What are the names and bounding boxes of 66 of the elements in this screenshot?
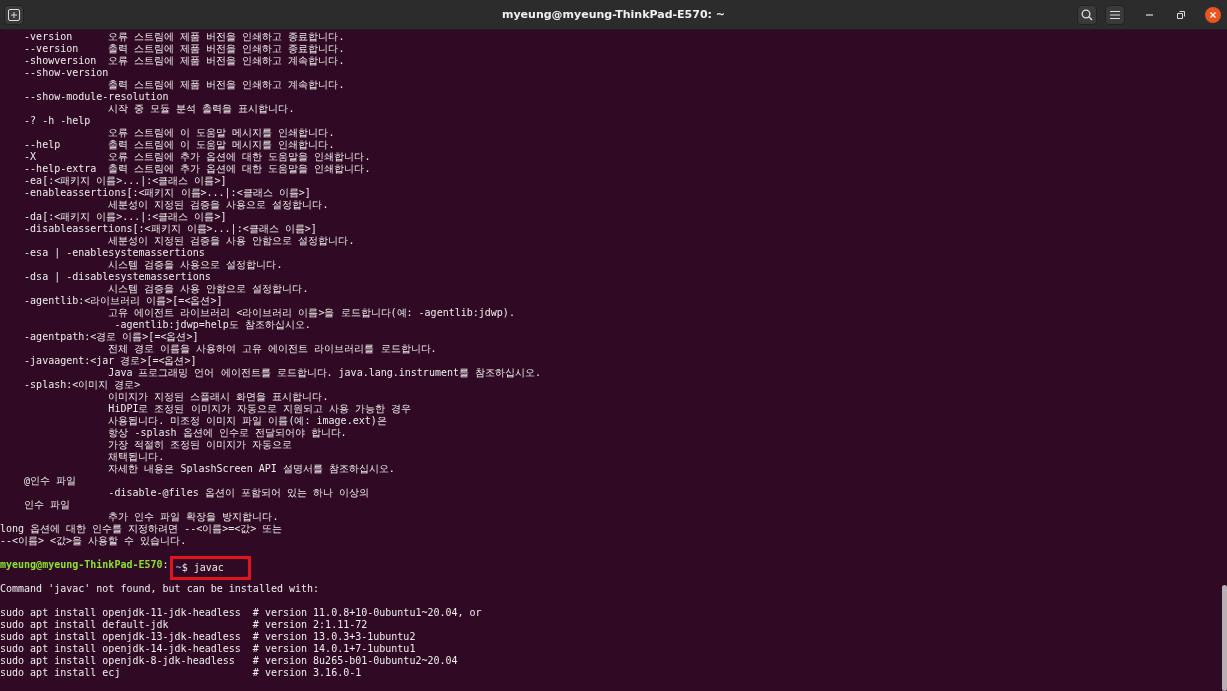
terminal-line: --show-module-resolution — [23, 91, 170, 103]
terminal-line: 인수 파일 — [23, 499, 72, 511]
terminal-line: 자세한 내용은 SplashScreen API 설명서를 참조하십시오. — [107, 463, 396, 475]
terminal-line: 이미지가 지정된 스플래시 화면을 표시합니다. — [107, 391, 330, 403]
terminal-line: --help 출력 스트림에 이 도움말 메시지를 인쇄합니다. — [23, 139, 336, 151]
terminal-line: -disable-@files 옵션이 포함되어 있는 하나 이상의 — [107, 487, 370, 499]
terminal-line: -javaagent:<jar 경로>[=<옵션>] — [23, 355, 198, 367]
scrollbar-thumb[interactable] — [1222, 585, 1227, 691]
terminal-line: -da[:<패키지 이름>...|:<클래스 이름>] — [23, 211, 228, 223]
menu-button[interactable] — [1105, 4, 1125, 25]
minimize-icon — [1145, 13, 1153, 16]
terminal-line: -agentlib:jdwp=help도 참조하십시오. — [113, 319, 312, 331]
terminal-line: sudo apt install ecj # version 3.16.0-1 — [0, 667, 363, 679]
terminal-line: -agentpath:<경로 이름>[=<옵션>] — [23, 331, 200, 343]
prompt-separator: : — [162, 559, 169, 570]
prompt-path: ~ — [175, 562, 182, 573]
terminal-line: Command 'javac' not found, but can be installed with: — [0, 583, 321, 595]
terminal-line: long 옵션에 대한 인수를 지정하려면 --<이름>=<값> 또는 — [0, 523, 284, 535]
terminal-line: -version 오류 스트림에 제품 버전을 인쇄하고 종료합니다. — [23, 31, 346, 43]
terminal-line: -esa | -enablesystemassertions — [23, 247, 206, 259]
menu-icon — [1109, 9, 1121, 20]
terminal-line: --version 출력 스트림에 제품 버전을 인쇄하고 종료합니다. — [23, 43, 346, 55]
terminal-line: -showversion 오류 스트림에 제품 버전을 인쇄하고 계속합니다. — [23, 55, 346, 67]
terminal-line: 세분성이 지정된 검증을 사용으로 설정합니다. — [107, 199, 330, 211]
terminal-line: sudo apt install openjdk-14-jdk-headless # version 14.0.1+7-1ubuntu1 — [0, 643, 417, 655]
window-title: myeung@myeung-ThinkPad-E570: ~ — [501, 8, 726, 21]
terminal-line: --help-extra 출력 스트림에 추가 옵션에 대한 도움말을 인쇄합니다. — [23, 163, 372, 175]
terminal-line: 고유 에이전트 라이브러리 <라이브러리 이름>을 로드합니다(예: -agentlib:jdwp). — [107, 307, 516, 319]
terminal-line: 시스템 검증을 사용으로 설정합니다. — [107, 259, 284, 271]
terminal-line: sudo apt install openjdk-13-jdk-headless # version 13.0.3+3-1ubuntu2 — [0, 631, 417, 643]
terminal-line: 시작 중 모듈 분석 출력을 표시합니다. — [107, 103, 296, 115]
terminal-line: 항상 -splash 옵션에 인수로 전달되어야 합니다. — [107, 427, 348, 439]
search-icon — [1081, 8, 1093, 21]
terminal-line: sudo apt install openjdk-11-jdk-headless # version 11.0.8+10-0ubuntu1~20.04, or — [0, 607, 483, 619]
prompt-user-host: myeung@myeung-ThinkPad-E570 — [0, 559, 163, 570]
terminal-line: 채택됩니다. — [107, 451, 166, 463]
terminal-line: -dsa | -disablesystemassertions — [23, 271, 212, 283]
terminal-line: -splash:<이미지 경로> — [23, 379, 142, 391]
terminal-line: HiDPI로 조정된 이미지가 자동으로 지원되고 사용 가능한 경우 — [107, 403, 412, 415]
terminal-line: -enableassertions[:<패키지 이름>...|:<클래스 이름>] — [23, 187, 312, 199]
terminal-line: 세분성이 지정된 검증을 사용 안함으로 설정합니다. — [107, 235, 356, 247]
terminal-line: -X 오류 스트림에 추가 옵션에 대한 도움말을 인쇄합니다. — [23, 151, 372, 163]
terminal-line: @인수 파일 — [23, 475, 78, 487]
terminal-line: 출력 스트림에 제품 버전을 인쇄하고 계속합니다. — [107, 79, 346, 91]
terminal-line: 시스템 검증을 사용 안함으로 설정합니다. — [107, 283, 310, 295]
terminal-line: --show-version — [23, 67, 110, 79]
close-button[interactable] — [1205, 6, 1221, 23]
terminal-line: -disableassertions[:<패키지 이름>...|:<클래스 이름>] — [23, 223, 318, 235]
new-tab-button[interactable] — [4, 4, 24, 25]
terminal-line: 전체 경로 이름을 사용하여 고유 에이전트 라이브러리를 로드합니다. — [107, 343, 438, 355]
terminal-line: Java 프로그래밍 언어 에이전트를 로드합니다. java.lang.instrument를 참조하십시오. — [107, 367, 543, 379]
terminal-line: 오류 스트림에 이 도움말 메시지를 인쇄합니다. — [107, 127, 336, 139]
search-button[interactable] — [1077, 4, 1097, 25]
terminal-line: --<이름> <값>을 사용할 수 있습니다. — [0, 535, 188, 547]
terminal-line: 사용됩니다. 미조정 이미지 파일 이름(예: image.ext)은 — [107, 415, 388, 427]
terminal-line: 추가 인수 파일 확장을 방지합니다. — [107, 511, 280, 523]
terminal-line: -agentlib:<라이브러리 이름>[=<옵션>] — [23, 295, 224, 307]
terminal-line: -? -h -help — [23, 115, 92, 127]
terminal-line: sudo apt install default-jdk # version 2:1.11-72 — [0, 619, 369, 631]
terminal-line: -ea[:<패키지 이름>...|:<클래스 이름>] — [23, 175, 228, 187]
command-text: $ javac — [181, 562, 224, 573]
terminal-line: sudo apt install openjdk-8-jdk-headless # version 8u265-b01-0ubuntu2~20.04 — [0, 655, 459, 667]
new-tab-icon — [8, 8, 20, 21]
restore-icon — [1177, 10, 1185, 19]
close-icon — [1209, 10, 1217, 19]
terminal-line: 가장 적절히 조정된 이미지가 자동으로 — [107, 439, 294, 451]
